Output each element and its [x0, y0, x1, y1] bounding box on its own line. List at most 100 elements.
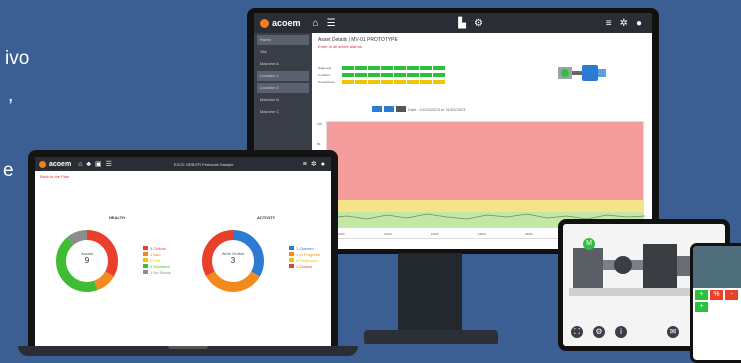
user-icon[interactable]: ●: [636, 18, 642, 29]
percent-tile[interactable]: %: [710, 290, 723, 300]
date-range-text: Date : 01/03/2023 to 31/03/2023: [408, 106, 466, 112]
side-text-line-2: ,: [8, 85, 14, 106]
legend-swatch: [143, 246, 148, 250]
brand-name: acoem: [272, 18, 301, 28]
status-grid: Diagnosis Condition Overall level: [318, 65, 446, 86]
sidebar-item-home[interactable]: Home: [257, 35, 309, 45]
sidebar-item-location-1[interactable]: Location 1: [257, 71, 309, 81]
legend-label: 0 Fair: [150, 257, 161, 263]
chat-icon[interactable]: ✉: [667, 326, 679, 338]
legend-label: 4 Excellent: [150, 263, 170, 269]
laptop-screen: acoem ⌂ ♣ ▣ ☰ EXCE ORBITR Protocols Samp…: [35, 157, 331, 346]
x-tick-label: 13/03: [384, 232, 392, 236]
filter-row: Date : 01/03/2023 to 31/03/2023: [372, 106, 465, 112]
info-icon[interactable]: i: [615, 326, 627, 338]
sidebar-item-machine-c[interactable]: Machine C: [257, 107, 309, 117]
chart-icon[interactable]: ▙: [458, 18, 466, 29]
legend-swatch: [289, 246, 294, 250]
home-icon[interactable]: ⌂: [313, 18, 319, 29]
settings-icon[interactable]: ✲: [311, 160, 317, 168]
machine-photo: [693, 246, 741, 288]
legend-label: 1 In Progress: [296, 251, 320, 257]
legend-label: 3 Critical: [150, 245, 166, 251]
monitor-main: Asset Details | MV-01 PROTOTYPE Enter to…: [312, 33, 652, 249]
health-center: Assets 9: [70, 251, 104, 265]
y-tick-label: 100: [317, 122, 323, 126]
machine-diagram-icon: [558, 65, 606, 81]
legend-label: 1 Opened: [296, 245, 314, 251]
menu-icon[interactable]: ≡: [303, 161, 307, 168]
legend-swatch: [289, 258, 294, 262]
activity-center: Work Orders 3: [216, 251, 250, 265]
activity-center-value: 3: [230, 256, 236, 265]
laptop-base: [18, 346, 358, 356]
tree-icon[interactable]: ♣: [86, 161, 91, 168]
monitor-base: [364, 330, 498, 344]
brand-name: acoem: [49, 160, 72, 168]
machine-badge: M: [583, 238, 595, 250]
gear-icon[interactable]: ⚙: [593, 326, 605, 338]
minus-tile[interactable]: -: [725, 290, 738, 300]
laptop-topbar: acoem ⌂ ♣ ▣ ☰ EXCE ORBITR Protocols Samp…: [35, 157, 331, 171]
database-icon[interactable]: ☰: [106, 160, 112, 168]
status-row-label: Condition: [318, 73, 331, 77]
gear-icon[interactable]: ⚙: [474, 18, 483, 29]
health-legend: 3 Critical 1 Bad 0 Fair 4 Excellent 1 No Sta…: [143, 245, 171, 275]
monitor-stand: [398, 253, 462, 333]
legend-label: 0 Postponed: [296, 257, 319, 263]
acoem-logo-icon: [39, 160, 46, 168]
activity-legend: 1 Opened 1 In Progress 0 Postponed 1 Closed: [289, 245, 320, 269]
filter-button[interactable]: [384, 106, 394, 112]
page-title: Asset Details | MV-01 PROTOTYPE: [318, 37, 398, 43]
user-icon[interactable]: ●: [321, 161, 325, 168]
x-tick-label: 19/03: [478, 232, 486, 236]
y-tick-label: 80: [317, 142, 321, 146]
save-icon[interactable]: ▣: [95, 160, 102, 168]
legend-swatch: [143, 264, 148, 268]
phone-screen: + % - +: [693, 246, 741, 360]
legend-swatch: [143, 270, 148, 274]
legend-swatch: [289, 252, 294, 256]
alarms-link[interactable]: Enter to all active alarms: [312, 44, 652, 49]
legend-swatch: [143, 258, 148, 262]
back-link[interactable]: Back to the Plan: [35, 171, 331, 182]
legend-label: 1 No Status: [150, 269, 171, 275]
legend-item: 1 No Status: [143, 269, 171, 275]
home-icon[interactable]: ⌂: [78, 161, 82, 168]
window-title: EXCE ORBITR Protocols Sample: [173, 161, 234, 167]
status-row-label: Overall level: [318, 80, 335, 84]
phone-tiles: + % - +: [693, 288, 741, 314]
sidebar-item-machine-b[interactable]: Machine B: [257, 95, 309, 105]
laptop: acoem ⌂ ♣ ▣ ☰ EXCE ORBITR Protocols Samp…: [28, 150, 338, 348]
legend-item: 1 Closed: [289, 263, 320, 269]
database-icon[interactable]: ☰: [327, 18, 336, 29]
monitor-topbar: acoem ⌂ ☰ ▙ ⚙ ≡ ✲ ●: [254, 13, 652, 33]
activity-title: ACTIVITY: [257, 215, 276, 220]
acoem-logo-icon: [260, 18, 269, 28]
x-tick-label: 22/03: [525, 232, 533, 236]
side-text-line-1: ivo: [5, 48, 30, 69]
x-tick-label: 16/03: [431, 232, 439, 236]
sidebar-item-location-2[interactable]: Location 2: [257, 83, 309, 93]
legend-swatch: [289, 264, 294, 268]
filter-button[interactable]: [372, 106, 382, 112]
status-row-label: Diagnosis: [318, 66, 332, 70]
legend-label: 1 Closed: [296, 263, 312, 269]
filter-button[interactable]: [396, 106, 406, 112]
add-tile[interactable]: +: [695, 290, 708, 300]
side-text-line-3: e: [3, 160, 14, 181]
status-row: Diagnosis: [318, 65, 446, 71]
legend-swatch: [143, 252, 148, 256]
settings-icon[interactable]: ✲: [620, 18, 628, 29]
menu-icon[interactable]: ≡: [606, 18, 612, 29]
legend-label: 1 Bad: [150, 251, 161, 257]
status-row: Condition: [318, 72, 446, 78]
status-row: Overall level: [318, 79, 446, 85]
expand-icon[interactable]: ⛶: [571, 326, 583, 338]
sidebar-item-site[interactable]: Site: [257, 47, 309, 57]
phone: + % - +: [690, 243, 741, 363]
health-center-value: 9: [84, 256, 90, 265]
add-tile[interactable]: +: [695, 302, 708, 312]
x-tick-label: 10/03: [337, 232, 345, 236]
sidebar-item-machine-a[interactable]: Machine A: [257, 59, 309, 69]
